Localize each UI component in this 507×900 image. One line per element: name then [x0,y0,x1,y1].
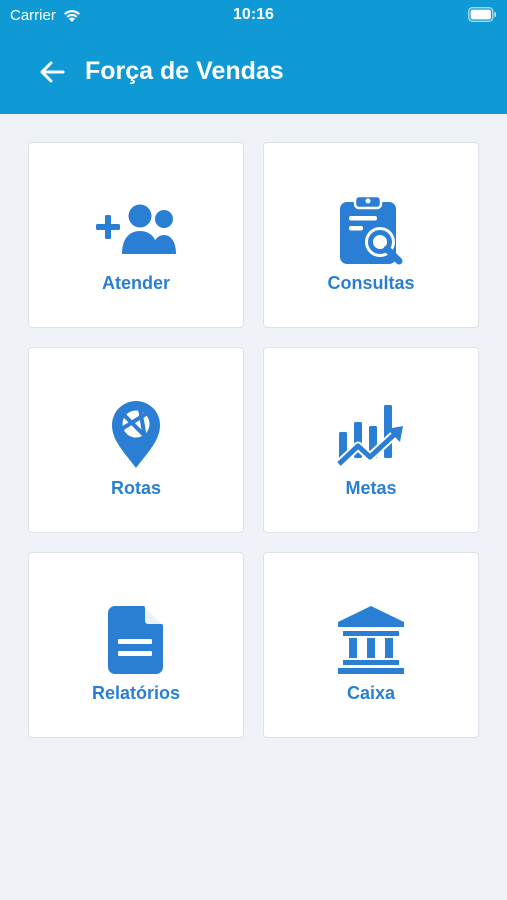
page-title: Força de Vendas [85,57,284,85]
back-button[interactable] [34,54,70,90]
menu-tile-caixa[interactable]: Caixa [263,552,479,738]
menu-grid: Atender Consultas Rotas Metas Relatórios… [28,142,480,738]
battery-icon [468,7,496,22]
tile-label: Consultas [327,273,415,293]
tile-icon-wrapper [91,195,181,265]
tile-icon-wrapper [91,400,181,470]
menu-tile-metas[interactable]: Metas [263,347,479,533]
tile-label: Caixa [346,683,396,703]
menu-tile-relatorios[interactable]: Relatórios [28,552,244,738]
tile-label: Metas [345,478,397,498]
menu-tile-rotas[interactable]: Rotas [28,347,244,533]
document-icon [108,605,164,674]
menu-tile-atender[interactable]: Atender [28,142,244,328]
menu-tile-consultas[interactable]: Consultas [263,142,479,328]
bank-icon [338,606,404,674]
chart-growth-icon [336,405,403,468]
status-bar: Carrier 10:16 [0,0,507,32]
tile-label: Relatórios [91,683,181,703]
app-header: Carrier 10:16 Força de Vendas [0,0,507,114]
status-time: 10:16 [233,6,274,23]
clipboard-search-icon [340,194,403,265]
tile-icon-wrapper [91,605,181,675]
arrow-left-icon [40,61,65,83]
tile-label: Rotas [110,478,161,498]
tile-icon-wrapper [326,194,416,265]
nav-bar: Força de Vendas [0,40,507,104]
tile-icon-wrapper [326,605,416,675]
map-pin-icon [112,401,160,468]
tile-label: Atender [101,273,170,293]
add-users-icon [96,204,176,254]
tile-icon-wrapper [326,400,416,470]
